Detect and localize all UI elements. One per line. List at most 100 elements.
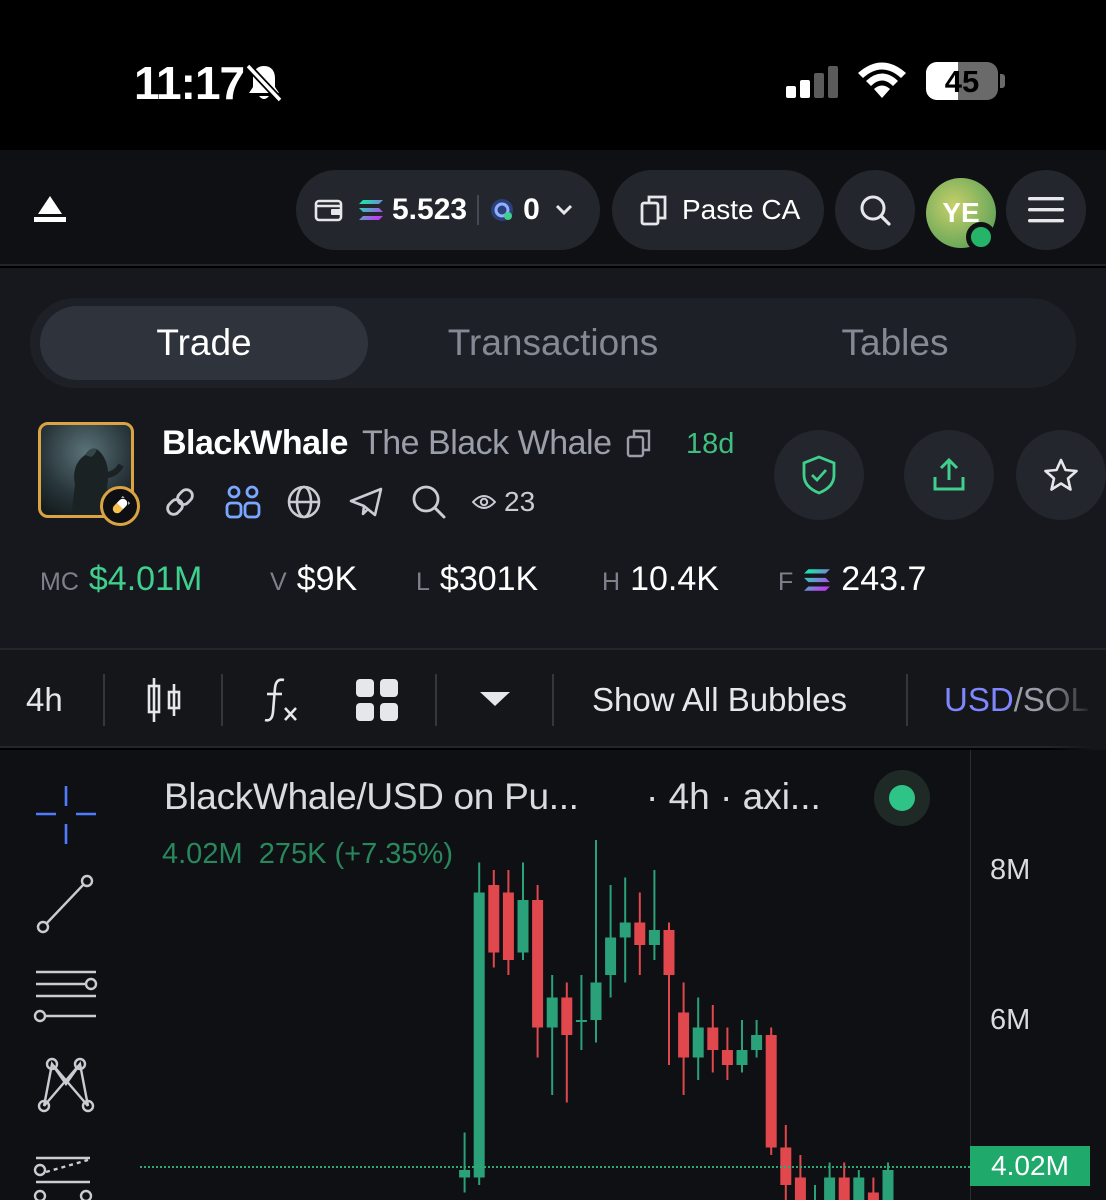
chart-type-button[interactable] [144, 650, 184, 750]
stat-market-cap: MC $4.01M [40, 560, 202, 599]
telegram-icon [349, 487, 383, 517]
toolbar-divider [221, 674, 223, 726]
copy-icon [640, 195, 667, 226]
candle-body [502, 892, 514, 960]
star-icon [1044, 458, 1078, 491]
candle-body [459, 1170, 471, 1178]
logo-icon[interactable] [34, 196, 66, 222]
horizontal-lines-icon[interactable] [33, 970, 98, 1023]
tab-trade[interactable]: Trade [40, 306, 368, 380]
wallet-balance-button[interactable]: 5.523 0 [296, 170, 600, 250]
eye-icon [472, 495, 496, 509]
candle-body [663, 930, 675, 975]
wallet-icon [314, 199, 343, 222]
chart-interval-label: · 4h · axi... [646, 776, 821, 817]
candle [707, 1005, 719, 1073]
security-button[interactable] [774, 430, 864, 520]
sol-balance: 5.523 [392, 193, 468, 226]
wifi-icon [858, 62, 906, 98]
stat-value: $9K [296, 560, 358, 598]
show-bubbles-button[interactable]: Show All Bubbles [592, 650, 847, 750]
website-button[interactable] [286, 484, 348, 520]
ohlc-change: 275K (+7.35%) [258, 838, 453, 870]
live-status-button[interactable] [874, 770, 930, 826]
stat-label: F [778, 568, 794, 596]
indicators-button[interactable] [262, 650, 302, 750]
candle [546, 975, 558, 1095]
ohlc-price: 4.02M [162, 838, 243, 870]
candle [692, 997, 704, 1080]
chart-title: BlackWhale/USD on Pu... [164, 776, 579, 817]
status-time: 11:17 [134, 57, 245, 109]
candle [765, 1027, 777, 1155]
candle-body [605, 937, 617, 975]
favorite-button[interactable] [1016, 430, 1106, 520]
candle [721, 1027, 733, 1080]
candle [678, 982, 690, 1095]
candle [751, 1020, 763, 1058]
more-dropdown-button[interactable] [480, 650, 510, 750]
points-icon [491, 199, 514, 221]
tab-tables[interactable]: Tables [740, 306, 1050, 380]
pill-divider [477, 195, 480, 225]
crosshair-icon[interactable] [36, 786, 96, 844]
live-indicator-dot [889, 785, 915, 811]
stat-label: V [270, 568, 287, 596]
globe-icon [287, 485, 321, 519]
fib-icon[interactable] [33, 1156, 93, 1200]
link-button[interactable] [162, 484, 224, 520]
paste-ca-button[interactable]: Paste CA [612, 170, 824, 250]
candle-body [473, 892, 485, 1178]
pattern-icon[interactable] [37, 1057, 95, 1113]
menu-button[interactable] [1006, 170, 1086, 250]
candle [459, 1132, 471, 1193]
stat-volume: V $9K [270, 560, 357, 599]
search-icon [860, 195, 891, 226]
layout-button[interactable] [356, 650, 398, 750]
candle [824, 1162, 836, 1200]
menu-icon [1028, 197, 1064, 223]
currency-usd: USD [944, 681, 1014, 718]
candle-body [736, 1050, 748, 1065]
link-icon [166, 488, 194, 516]
stat-liquidity: L $301K [416, 560, 538, 599]
candle-body [838, 1177, 850, 1200]
candle-body [619, 922, 631, 938]
token-name: The Black Whale [362, 424, 652, 463]
tab-transactions[interactable]: Transactions [390, 306, 716, 380]
copy-icon[interactable] [626, 428, 652, 458]
price-axis-border [970, 750, 971, 1200]
holders-icon [225, 485, 261, 519]
telegram-button[interactable] [348, 484, 410, 520]
token-links: 23 [162, 480, 535, 524]
share-button[interactable] [904, 430, 994, 520]
candle [867, 1177, 879, 1200]
cellular-signal-icon [786, 66, 838, 98]
search-icon [412, 485, 446, 519]
drawing-toolbar [33, 786, 98, 1200]
last-price-line [140, 1166, 970, 1168]
price-chart[interactable]: BlackWhale/USD on Pu... · 4h · axi... 4.… [0, 750, 1106, 1200]
candle [561, 982, 573, 1103]
stat-fees: F 243.7 [778, 560, 926, 599]
shield-check-icon [802, 455, 836, 495]
solana-icon [359, 200, 383, 220]
bell-muted-icon [245, 63, 283, 103]
view-tabs: Trade Transactions Tables [30, 298, 1076, 388]
watchers: 23 [472, 486, 535, 518]
candle-body [721, 1050, 733, 1065]
token-symbol: BlackWhale [162, 424, 348, 462]
candle [794, 1155, 806, 1200]
token-age: 18d [686, 428, 735, 460]
search-button[interactable] [835, 170, 915, 250]
candle [502, 870, 514, 975]
trendline-icon[interactable] [36, 874, 94, 934]
status-bar: 11:17 45 [0, 0, 1106, 150]
currency-separator: / [1013, 681, 1023, 718]
search-token-button[interactable] [410, 483, 472, 521]
dropdown-caret-icon [480, 692, 510, 706]
candle-body [751, 1035, 763, 1050]
candle-body [824, 1177, 836, 1200]
holders-button[interactable] [224, 484, 286, 520]
interval-button[interactable]: 4h [26, 650, 63, 750]
